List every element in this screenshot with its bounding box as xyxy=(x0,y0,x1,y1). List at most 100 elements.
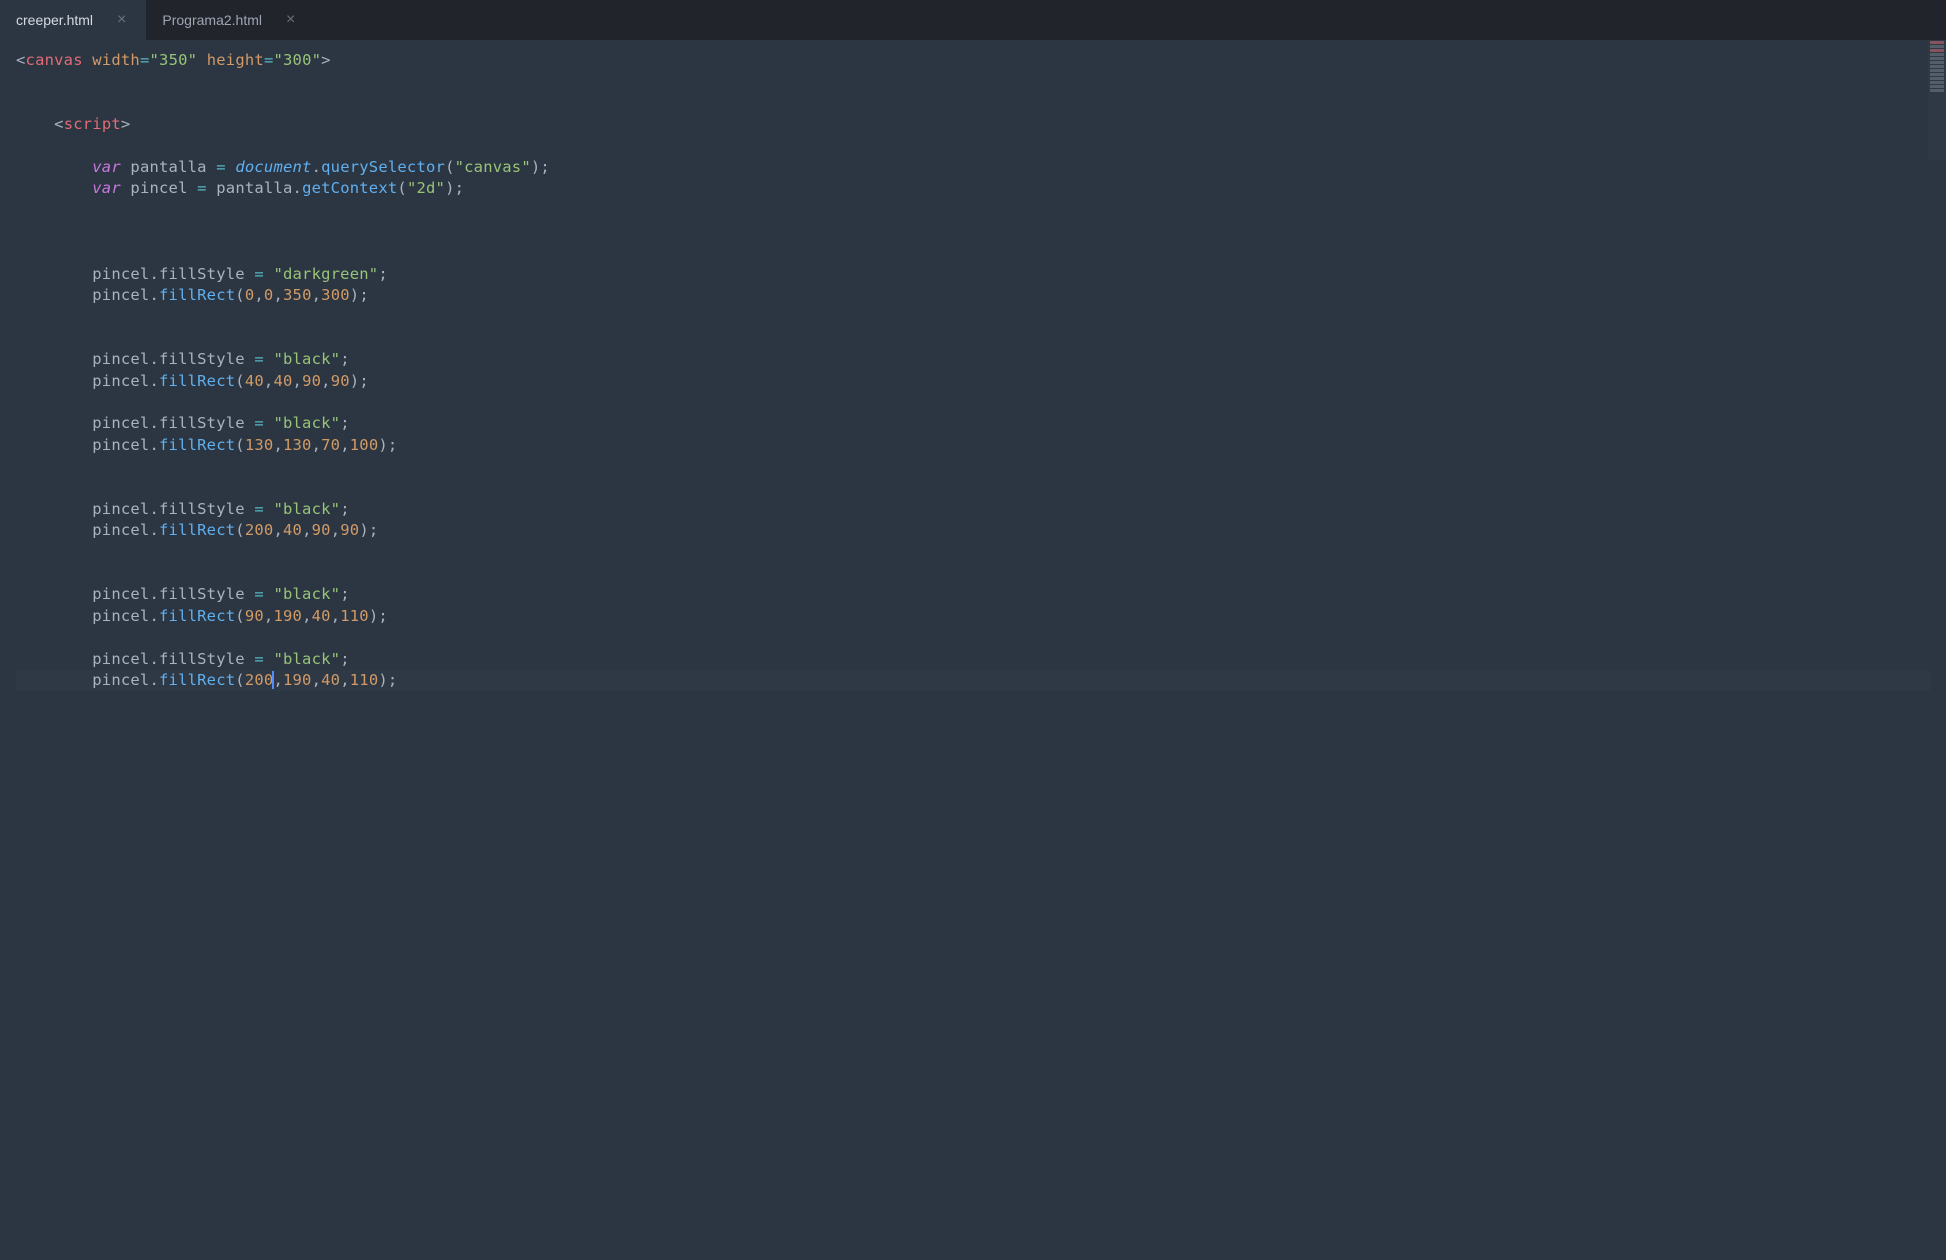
code-line[interactable]: <script> xyxy=(16,114,1930,135)
token-string: "black" xyxy=(273,350,340,368)
token-punct: , xyxy=(331,607,341,625)
token-method: getContext xyxy=(302,179,397,197)
token-semi: ; xyxy=(359,372,369,390)
token-method: fillRect xyxy=(159,286,235,304)
token-dot: . xyxy=(149,436,159,454)
token-variable: pincel xyxy=(92,521,149,539)
code-line[interactable] xyxy=(16,221,1930,242)
code-line[interactable] xyxy=(16,136,1930,157)
token-variable: fillStyle xyxy=(159,350,245,368)
token-paren: ) xyxy=(445,179,455,197)
minimap-line xyxy=(1930,53,1944,56)
close-icon[interactable]: × xyxy=(282,11,299,29)
token-keyword: var xyxy=(92,179,121,197)
token-punct: , xyxy=(302,607,312,625)
close-icon[interactable]: × xyxy=(113,11,130,29)
code-editor[interactable]: <canvas width="350" height="300"> <scrip… xyxy=(0,40,1946,701)
token-variable: pincel xyxy=(92,607,149,625)
code-line[interactable] xyxy=(16,542,1930,563)
code-line[interactable]: pincel.fillStyle = "black"; xyxy=(16,413,1930,434)
token-punct: , xyxy=(273,671,283,689)
tab-creeper-html[interactable]: creeper.html × xyxy=(0,0,146,40)
token-operator: = xyxy=(254,350,264,368)
token-string: "canvas" xyxy=(455,158,531,176)
token-variable: fillStyle xyxy=(159,265,245,283)
token-variable: pantalla xyxy=(216,179,292,197)
token-dot: . xyxy=(149,671,159,689)
token-dot: . xyxy=(149,521,159,539)
token-variable: pincel xyxy=(130,179,187,197)
token-number: 0 xyxy=(245,286,255,304)
token-operator: = xyxy=(140,51,150,69)
code-line[interactable] xyxy=(16,71,1930,92)
token-semi: ; xyxy=(340,585,350,603)
token-variable: pincel xyxy=(92,265,149,283)
token-paren: ) xyxy=(350,372,360,390)
token-dot: . xyxy=(149,585,159,603)
tab-label: creeper.html xyxy=(16,12,93,28)
token-number: 40 xyxy=(283,521,302,539)
code-line[interactable]: pincel.fillRect(200,190,40,110); xyxy=(16,670,1930,691)
token-tag-bracket: > xyxy=(121,115,131,133)
token-operator: = xyxy=(254,650,264,668)
token-paren: ) xyxy=(359,521,369,539)
token-variable: fillStyle xyxy=(159,500,245,518)
token-method: fillRect xyxy=(159,436,235,454)
code-line[interactable] xyxy=(16,478,1930,499)
token-tag-bracket: > xyxy=(321,51,331,69)
token-punct xyxy=(245,265,255,283)
minimap[interactable] xyxy=(1928,40,1946,160)
token-builtin: document xyxy=(235,158,311,176)
minimap-line xyxy=(1930,89,1944,92)
code-line[interactable] xyxy=(16,627,1930,648)
token-paren: ) xyxy=(531,158,541,176)
code-line[interactable]: pincel.fillStyle = "black"; xyxy=(16,649,1930,670)
code-line[interactable]: pincel.fillRect(130,130,70,100); xyxy=(16,435,1930,456)
code-line[interactable] xyxy=(16,456,1930,477)
token-punct: , xyxy=(273,286,283,304)
code-line[interactable] xyxy=(16,200,1930,221)
token-number: 190 xyxy=(273,607,302,625)
code-line[interactable]: var pantalla = document.querySelector("c… xyxy=(16,157,1930,178)
code-line[interactable] xyxy=(16,563,1930,584)
token-dot: . xyxy=(293,179,303,197)
token-semi: ; xyxy=(388,671,398,689)
token-variable: pincel xyxy=(92,671,149,689)
code-line[interactable] xyxy=(16,242,1930,263)
token-method: fillRect xyxy=(159,671,235,689)
minimap-line xyxy=(1930,81,1944,84)
token-punct: , xyxy=(302,521,312,539)
code-line[interactable]: <canvas width="350" height="300"> xyxy=(16,50,1930,71)
code-line[interactable] xyxy=(16,328,1930,349)
minimap-line xyxy=(1930,73,1944,76)
token-punct: , xyxy=(312,286,322,304)
minimap-line xyxy=(1930,57,1944,60)
code-line[interactable] xyxy=(16,392,1930,413)
token-tag-name: canvas xyxy=(26,51,83,69)
token-punct: , xyxy=(312,436,322,454)
code-line[interactable]: pincel.fillStyle = "black"; xyxy=(16,349,1930,370)
code-line[interactable] xyxy=(16,307,1930,328)
token-tag-name: script xyxy=(64,115,121,133)
code-line[interactable]: pincel.fillRect(40,40,90,90); xyxy=(16,371,1930,392)
token-variable: pincel xyxy=(92,585,149,603)
code-line[interactable]: var pincel = pantalla.getContext("2d"); xyxy=(16,178,1930,199)
minimap-line xyxy=(1930,41,1944,44)
code-line[interactable]: pincel.fillStyle = "black"; xyxy=(16,584,1930,605)
token-paren: ( xyxy=(235,521,245,539)
code-line[interactable]: pincel.fillStyle = "black"; xyxy=(16,499,1930,520)
token-paren: ( xyxy=(235,436,245,454)
token-semi: ; xyxy=(388,436,398,454)
token-attr-name: width xyxy=(92,51,140,69)
code-line[interactable]: pincel.fillRect(0,0,350,300); xyxy=(16,285,1930,306)
code-line[interactable]: pincel.fillStyle = "darkgreen"; xyxy=(16,264,1930,285)
token-operator: = xyxy=(254,500,264,518)
token-punct xyxy=(245,350,255,368)
code-line[interactable]: pincel.fillRect(90,190,40,110); xyxy=(16,606,1930,627)
token-punct xyxy=(121,158,131,176)
code-line[interactable] xyxy=(16,93,1930,114)
token-punct: , xyxy=(273,436,283,454)
tab-Programa2-html[interactable]: Programa2.html× xyxy=(146,0,315,40)
code-line[interactable]: pincel.fillRect(200,40,90,90); xyxy=(16,520,1930,541)
token-number: 200 xyxy=(245,521,274,539)
